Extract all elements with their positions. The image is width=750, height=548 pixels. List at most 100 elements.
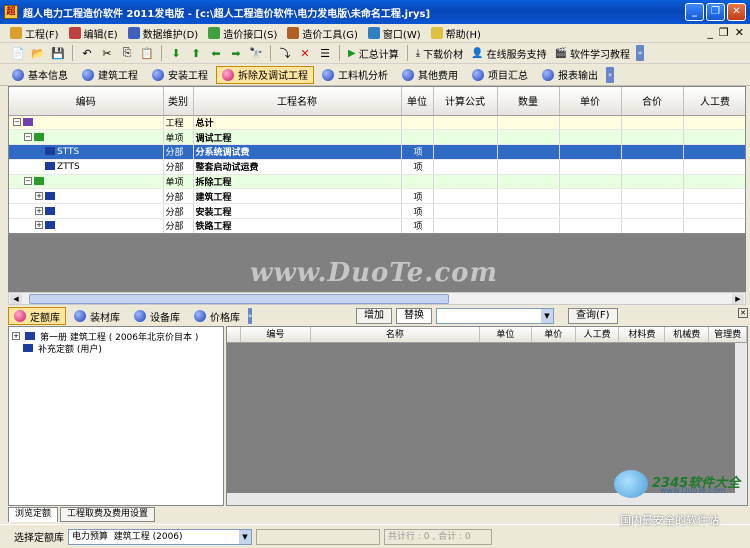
- cell-name[interactable]: 建筑工程: [193, 188, 402, 205]
- close-button[interactable]: ✕: [727, 3, 746, 21]
- cell-formula[interactable]: [433, 174, 498, 190]
- copy-icon[interactable]: ⎘: [119, 45, 135, 61]
- cell-labor-cost[interactable]: [683, 115, 745, 131]
- cell-code[interactable]: −: [9, 174, 164, 190]
- toolbar-overflow-icon[interactable]: »: [636, 45, 645, 61]
- expand-icon[interactable]: +: [35, 221, 43, 230]
- cell-code[interactable]: ZTTS: [9, 159, 164, 175]
- cell-labor-cost[interactable]: [683, 159, 745, 175]
- delete-icon[interactable]: ✕: [297, 45, 313, 61]
- tree-item-supplement[interactable]: 补充定额 (用户): [12, 342, 220, 355]
- paste-icon[interactable]: 📋: [139, 45, 155, 61]
- mdi-restore-button[interactable]: ❐: [719, 26, 729, 39]
- cell-type[interactable]: 单项: [163, 129, 194, 146]
- expand-icon[interactable]: +: [35, 191, 43, 200]
- cell-unit[interactable]: 项: [401, 218, 434, 233]
- tab-installation[interactable]: 安装工程: [146, 66, 214, 84]
- cell-total-price[interactable]: [621, 115, 684, 131]
- cell-total-price[interactable]: [621, 174, 684, 190]
- tab-price-library[interactable]: 价格库: [188, 307, 246, 325]
- cell-name[interactable]: 总计: [193, 115, 402, 131]
- collapse-icon[interactable]: −: [24, 177, 32, 186]
- find-icon[interactable]: 🔭: [248, 45, 264, 61]
- arrow-up-icon[interactable]: ⬆: [188, 45, 204, 61]
- cell-unit-price[interactable]: [559, 129, 622, 146]
- cell-quantity[interactable]: [497, 174, 560, 190]
- table-row[interactable]: + 分部 建筑工程项: [9, 188, 745, 205]
- cell-quantity[interactable]: [497, 203, 560, 220]
- menu-data[interactable]: 数据维护(D): [127, 26, 198, 41]
- cell-labor-cost[interactable]: [683, 188, 745, 205]
- cell-total-price[interactable]: [621, 129, 684, 146]
- cell-formula[interactable]: [433, 144, 498, 160]
- col-quantity[interactable]: 数量: [497, 87, 560, 116]
- expand-icon[interactable]: +: [12, 332, 20, 340]
- cell-name[interactable]: 安装工程: [193, 203, 402, 220]
- table-row[interactable]: − 工程 总计: [9, 115, 745, 131]
- menu-help[interactable]: 帮助(H): [430, 26, 481, 41]
- cell-total-price[interactable]: [621, 159, 684, 175]
- cell-unit[interactable]: [401, 115, 434, 131]
- cell-name[interactable]: 分系统调试费: [193, 144, 402, 160]
- qcol-management[interactable]: 管理费: [709, 327, 747, 342]
- menu-project[interactable]: 工程(F): [10, 26, 59, 41]
- tab-basic-info[interactable]: 基本信息: [6, 66, 74, 84]
- tree-item-volume1[interactable]: + 第一册 建筑工程 ( 2006年北京价目本 ): [12, 330, 220, 343]
- cell-quantity[interactable]: [497, 115, 560, 131]
- restore-button[interactable]: ❐: [706, 3, 725, 21]
- library-select[interactable]: 电力预算 建筑工程 (2006) ▼: [68, 528, 252, 545]
- cell-labor-cost[interactable]: [683, 218, 745, 233]
- search-combo[interactable]: ▼: [436, 308, 554, 324]
- menu-tools[interactable]: 造价工具(G): [287, 26, 358, 41]
- minimize-button[interactable]: _: [685, 3, 704, 21]
- scroll-right-icon[interactable]: ▶: [732, 294, 744, 304]
- cell-unit-price[interactable]: [559, 218, 622, 233]
- cell-type[interactable]: 分部: [163, 188, 194, 205]
- tab-material-analysis[interactable]: 工料机分析: [316, 66, 394, 84]
- arrow-left-icon[interactable]: ⬅: [208, 45, 224, 61]
- table-row[interactable]: ZTTS 分部 整套启动试运费项: [9, 159, 745, 175]
- cell-quantity[interactable]: [497, 159, 560, 175]
- cell-quantity[interactable]: [497, 144, 560, 160]
- cell-labor-cost[interactable]: [683, 144, 745, 160]
- cell-code[interactable]: +: [9, 203, 164, 220]
- cell-total-price[interactable]: [621, 144, 684, 160]
- cell-unit[interactable]: [401, 174, 434, 190]
- tab-demolition-debug[interactable]: 拆除及调试工程: [216, 65, 314, 84]
- cell-formula[interactable]: [433, 218, 498, 233]
- tab-building[interactable]: 建筑工程: [76, 66, 144, 84]
- cell-type[interactable]: 单项: [163, 174, 194, 190]
- panel-close-icon[interactable]: ✕: [738, 308, 748, 318]
- tabbar-overflow-icon[interactable]: »: [606, 66, 614, 83]
- cell-name[interactable]: 整套启动试运费: [193, 159, 402, 175]
- cell-type[interactable]: 工程: [163, 115, 194, 131]
- cell-total-price[interactable]: [621, 218, 684, 233]
- save-icon[interactable]: 💾: [50, 45, 66, 61]
- qcol-name[interactable]: 名称: [311, 327, 481, 342]
- col-code[interactable]: 编码: [9, 87, 164, 116]
- tab-other-fees[interactable]: 其他费用: [396, 66, 464, 84]
- add-button[interactable]: 增加: [356, 308, 392, 324]
- cell-name[interactable]: 铁路工程: [193, 218, 402, 233]
- expand-icon[interactable]: +: [35, 206, 43, 215]
- tab-project-summary[interactable]: 项目汇总: [466, 66, 534, 84]
- cell-unit[interactable]: 项: [401, 188, 434, 205]
- search-button[interactable]: 查询(F): [568, 308, 618, 324]
- undo-icon[interactable]: ↶: [79, 45, 95, 61]
- table-row[interactable]: STTS 分部 分系统调试费项: [9, 144, 745, 160]
- replace-button[interactable]: 替换: [396, 308, 432, 324]
- cell-total-price[interactable]: [621, 203, 684, 220]
- arrow-down-icon[interactable]: ⬇: [168, 45, 184, 61]
- collapse-icon[interactable]: −: [24, 132, 32, 141]
- menu-edit[interactable]: 编辑(E): [68, 26, 118, 41]
- qcol-number[interactable]: 编号: [241, 327, 311, 342]
- grid-horizontal-scrollbar[interactable]: ◀ ▶: [8, 292, 746, 305]
- cell-total-price[interactable]: [621, 188, 684, 205]
- cell-quantity[interactable]: [497, 188, 560, 205]
- new-file-icon[interactable]: 📄: [10, 45, 26, 61]
- qcol-unit[interactable]: 单位: [480, 327, 532, 342]
- cell-labor-cost[interactable]: [683, 129, 745, 146]
- cell-unit[interactable]: 项: [401, 144, 434, 160]
- table-row[interactable]: + 分部 安装工程项: [9, 203, 745, 220]
- arrow-right-icon[interactable]: ➡: [228, 45, 244, 61]
